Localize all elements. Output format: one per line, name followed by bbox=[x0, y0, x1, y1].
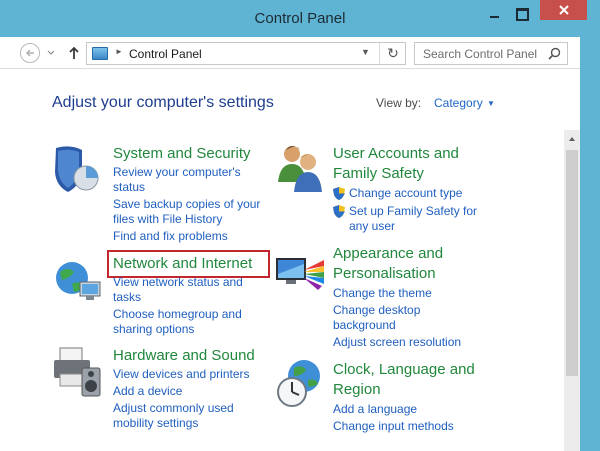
control-panel-icon bbox=[92, 47, 108, 60]
vertical-scrollbar[interactable] bbox=[564, 130, 580, 451]
category-title-system-and-security[interactable]: System and Security bbox=[113, 144, 251, 164]
link-mobility-settings[interactable]: Adjust commonly used bbox=[113, 401, 234, 416]
search-placeholder: Search Control Panel bbox=[423, 47, 538, 61]
link-review-status[interactable]: Review your computer's bbox=[113, 165, 241, 180]
up-button[interactable] bbox=[66, 43, 82, 63]
search-icon[interactable] bbox=[548, 47, 561, 60]
back-button[interactable] bbox=[20, 43, 40, 63]
category-title-user-accounts-line2[interactable]: Family Safety bbox=[333, 164, 424, 184]
category-system-and-security: System and Security Review your computer… bbox=[52, 142, 272, 262]
link-save-backup-cont[interactable]: files with File History bbox=[113, 212, 222, 227]
category-clock-language-region: Clock, Language and Region Add a languag… bbox=[274, 358, 514, 451]
link-mobility-settings-cont[interactable]: mobility settings bbox=[113, 416, 198, 431]
category-network-and-internet: Network and Internet View network status… bbox=[52, 250, 272, 350]
link-save-backup[interactable]: Save backup copies of your bbox=[113, 197, 260, 212]
link-change-desktop-background[interactable]: Change desktop bbox=[333, 303, 420, 318]
address-bar[interactable]: ► Control Panel ▼ ↻ bbox=[86, 42, 406, 65]
category-title-clock-line2[interactable]: Region bbox=[333, 380, 381, 400]
link-homegroup-cont[interactable]: sharing options bbox=[113, 322, 194, 337]
scroll-up-button[interactable] bbox=[564, 130, 580, 148]
main-content: Adjust your computer's settings View by:… bbox=[0, 70, 564, 451]
category-title-user-accounts-line1[interactable]: User Accounts and bbox=[333, 144, 459, 164]
category-hardware-and-sound: Hardware and Sound View devices and prin… bbox=[52, 346, 272, 446]
link-family-safety-cont[interactable]: any user bbox=[349, 219, 395, 234]
link-homegroup[interactable]: Choose homegroup and bbox=[113, 307, 242, 322]
link-change-input-methods[interactable]: Change input methods bbox=[333, 419, 454, 434]
link-view-devices-printers[interactable]: View devices and printers bbox=[113, 367, 250, 382]
refresh-icon: ↻ bbox=[387, 45, 399, 61]
back-arrow-icon bbox=[25, 49, 34, 57]
chevron-down-icon[interactable]: ▼ bbox=[487, 99, 495, 108]
chevron-up-icon bbox=[569, 137, 575, 141]
category-title-clock-line1[interactable]: Clock, Language and bbox=[333, 360, 475, 380]
users-icon[interactable] bbox=[274, 142, 326, 194]
category-title-hardware-and-sound[interactable]: Hardware and Sound bbox=[113, 346, 255, 366]
category-appearance: Appearance and Personalisation Change th… bbox=[274, 242, 514, 352]
category-title-network-and-internet[interactable]: Network and Internet bbox=[113, 254, 252, 274]
breadcrumb-control-panel[interactable]: Control Panel bbox=[129, 47, 202, 61]
link-family-safety[interactable]: Set up Family Safety for bbox=[349, 204, 477, 219]
category-title-appearance-line1[interactable]: Appearance and bbox=[333, 244, 443, 264]
uac-shield-icon bbox=[333, 205, 345, 218]
refresh-button[interactable]: ↻ bbox=[379, 43, 406, 64]
link-view-network-status-cont[interactable]: tasks bbox=[113, 290, 141, 305]
breadcrumb-separator[interactable]: ► bbox=[115, 47, 123, 56]
window-border bbox=[580, 37, 600, 451]
link-find-fix-problems[interactable]: Find and fix problems bbox=[113, 229, 228, 244]
link-screen-resolution[interactable]: Adjust screen resolution bbox=[333, 335, 461, 350]
link-view-network-status[interactable]: View network status and bbox=[113, 275, 243, 290]
link-add-language[interactable]: Add a language bbox=[333, 402, 417, 417]
scroll-thumb[interactable] bbox=[566, 150, 578, 376]
recent-locations-button[interactable] bbox=[46, 43, 56, 63]
search-input[interactable]: Search Control Panel bbox=[414, 42, 568, 65]
printer-speaker-icon[interactable] bbox=[52, 346, 104, 398]
category-user-accounts: User Accounts and Family Safety Change a… bbox=[274, 142, 514, 242]
close-button[interactable] bbox=[540, 0, 587, 20]
view-by-label: View by: bbox=[376, 96, 422, 110]
link-change-account-type[interactable]: Change account type bbox=[349, 186, 462, 201]
minimize-button[interactable] bbox=[484, 6, 504, 22]
clock-globe-icon[interactable] bbox=[274, 358, 326, 410]
view-by-dropdown[interactable]: Category bbox=[434, 96, 483, 110]
chevron-down-icon bbox=[47, 50, 55, 55]
address-dropdown-button[interactable]: ▼ bbox=[361, 47, 370, 57]
window-title: Control Panel bbox=[254, 10, 346, 27]
link-add-device[interactable]: Add a device bbox=[113, 384, 182, 399]
link-change-desktop-background-cont[interactable]: background bbox=[333, 318, 396, 333]
globe-network-icon[interactable] bbox=[52, 258, 104, 310]
maximize-button[interactable] bbox=[512, 6, 532, 22]
title-bar[interactable]: Control Panel bbox=[0, 0, 600, 37]
link-change-theme[interactable]: Change the theme bbox=[333, 286, 432, 301]
shield-pie-chart-icon[interactable] bbox=[52, 142, 104, 194]
close-icon bbox=[558, 5, 569, 15]
page-title: Adjust your computer's settings bbox=[52, 94, 274, 111]
uac-shield-icon bbox=[333, 187, 345, 200]
control-panel-window: Control Panel ► Control Panel ▼ ↻ Search… bbox=[0, 0, 600, 451]
link-review-status-cont[interactable]: status bbox=[113, 180, 145, 195]
up-arrow-icon bbox=[69, 46, 79, 59]
navigation-bar: ► Control Panel ▼ ↻ Search Control Panel bbox=[0, 37, 600, 69]
monitor-palette-icon[interactable] bbox=[274, 252, 326, 304]
category-title-appearance-line2[interactable]: Personalisation bbox=[333, 264, 436, 284]
